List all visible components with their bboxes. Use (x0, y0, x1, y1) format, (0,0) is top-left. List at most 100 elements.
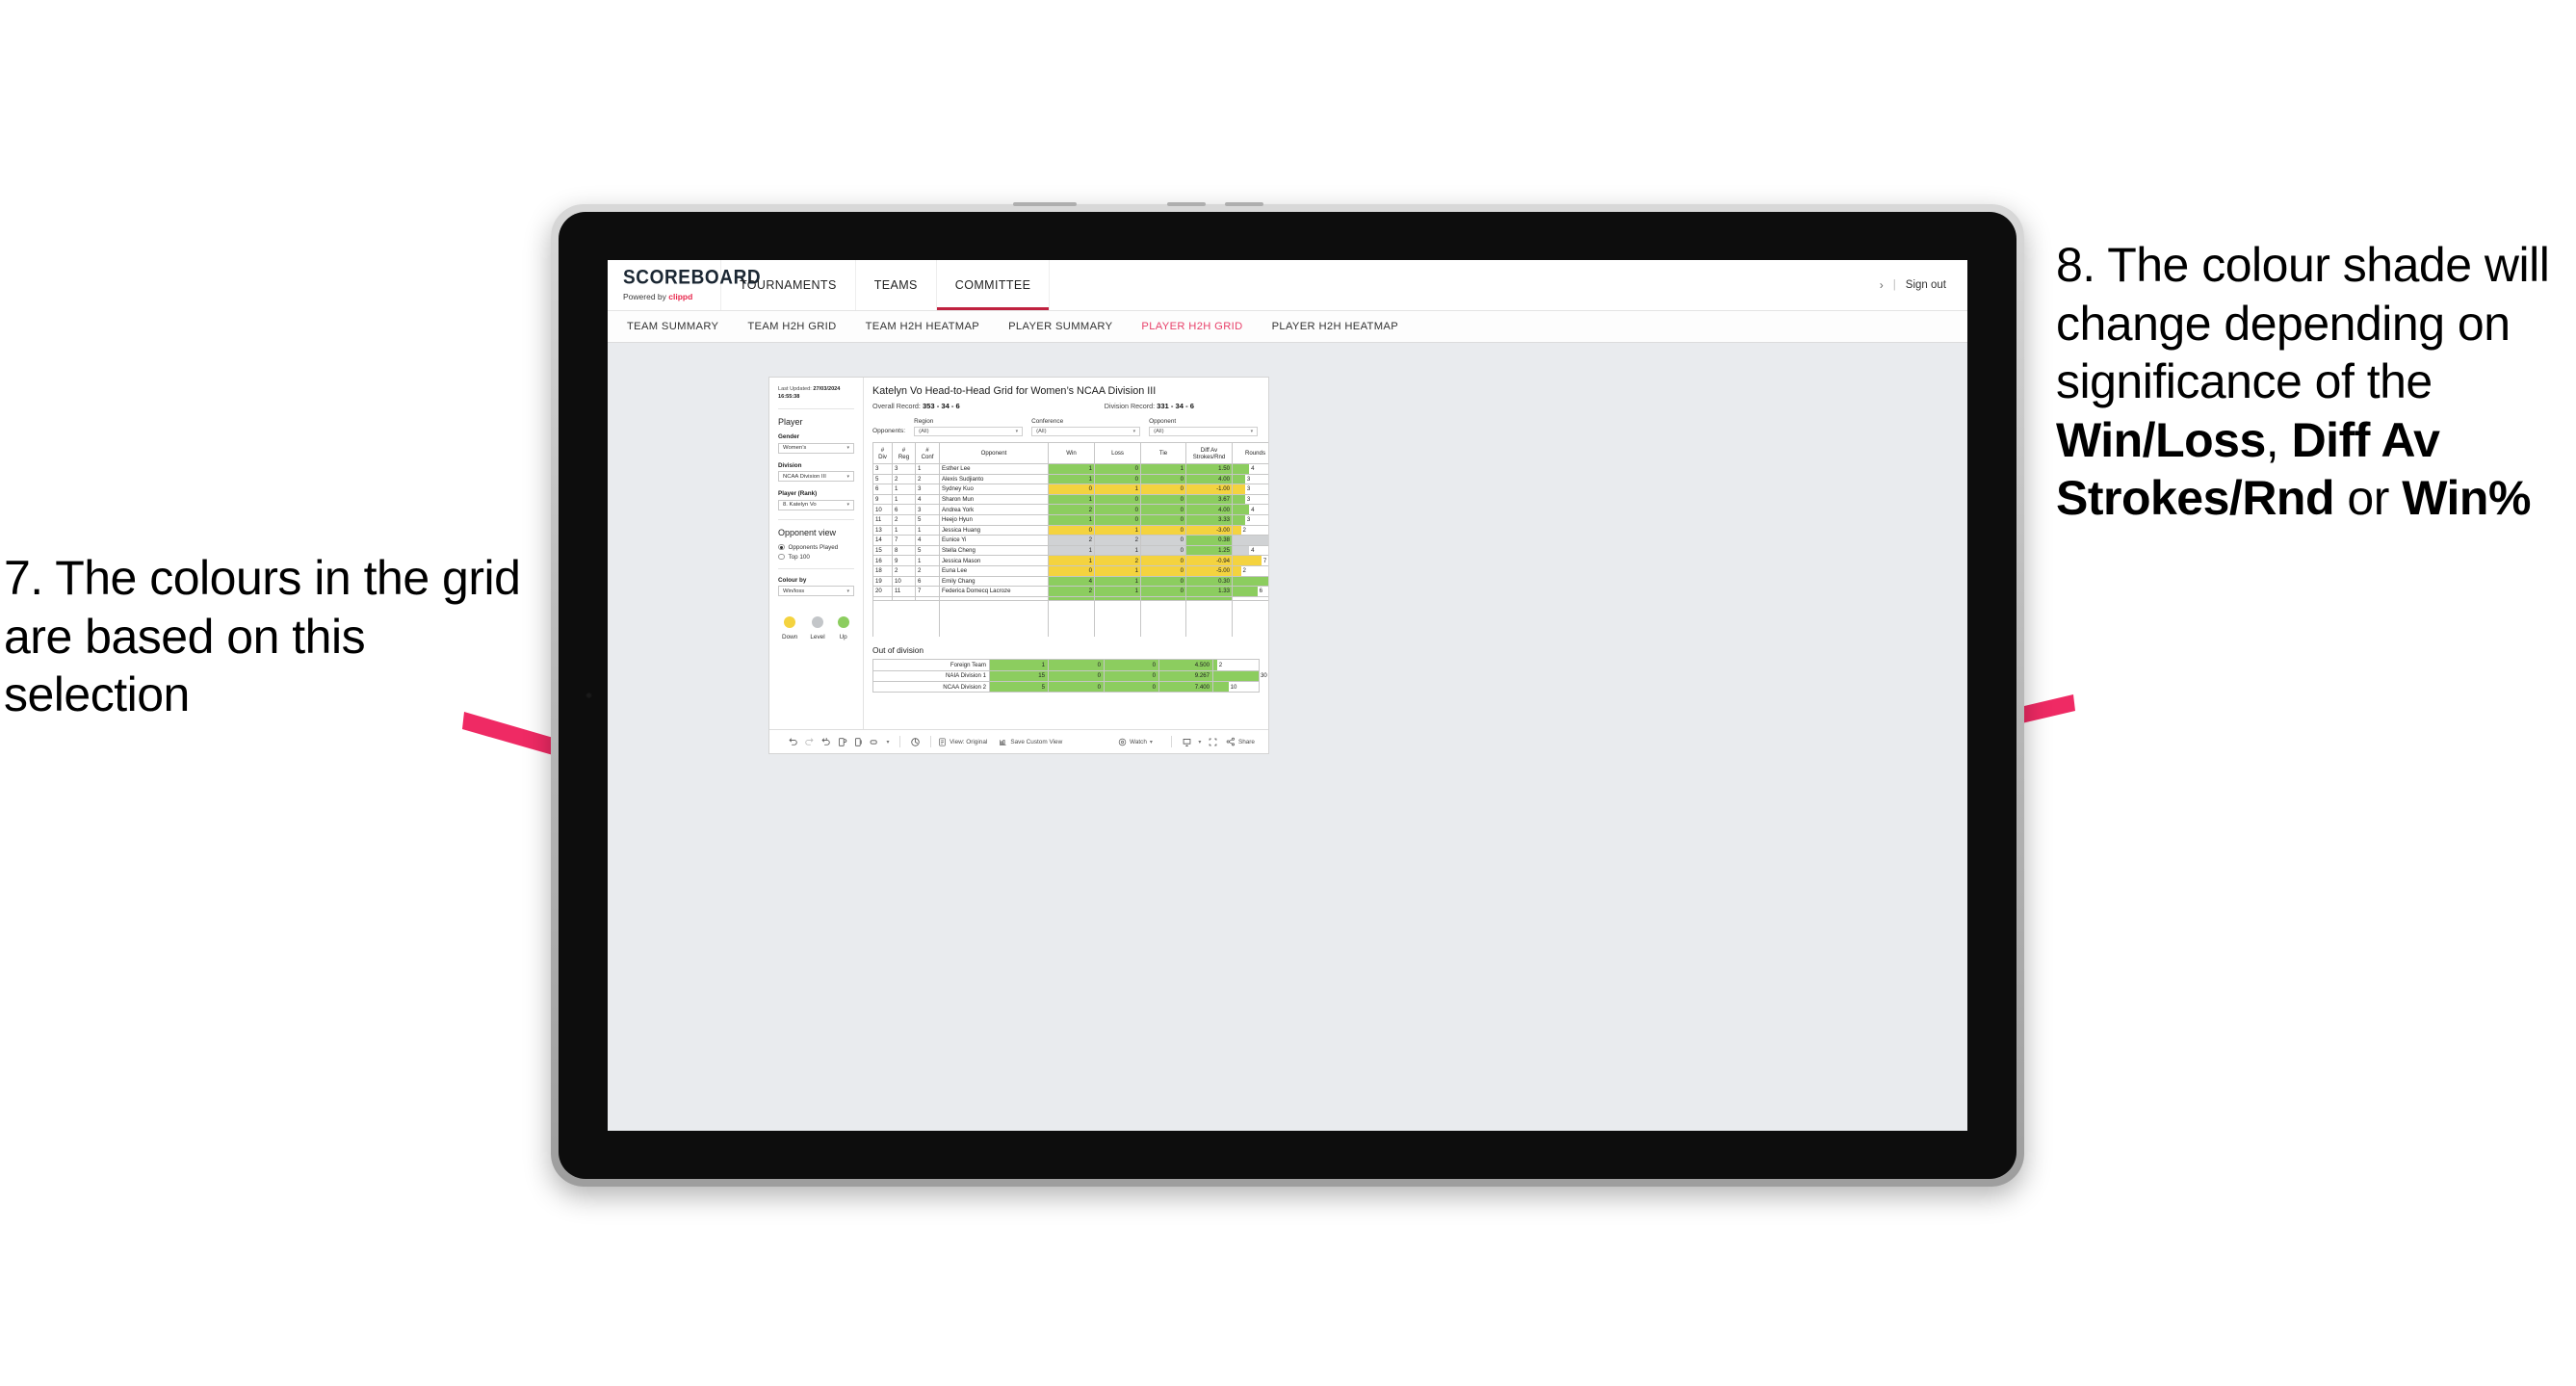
subnav-item-team-h2h-grid[interactable]: TEAM H2H GRID (747, 321, 836, 332)
cell-opponent: Jessica Huang (939, 524, 1049, 536)
save-custom-view-label: Save Custom View (1010, 738, 1063, 745)
record-row: Overall Record: 353 - 34 - 6 Division Re… (872, 402, 1258, 410)
subnav-item-player-summary[interactable]: PLAYER SUMMARY (1008, 321, 1112, 332)
chevron-right-icon[interactable]: › (1880, 278, 1884, 292)
cell-opponent: Euna Lee (939, 564, 1049, 577)
opponent-select[interactable]: (All) ▾ (1149, 426, 1259, 436)
sign-out-link[interactable]: Sign out (1906, 279, 1946, 291)
cell-tie: 0 (1140, 504, 1186, 515)
table-row[interactable]: 9 1 4 Sharon Mun 1 0 0 3.67 3 (872, 493, 1268, 506)
cell-win: 0 (1048, 484, 1095, 495)
cell-tie: 0 (1140, 544, 1186, 557)
cell-diff: 9.267 (1158, 669, 1213, 683)
table-row[interactable]: 16 9 1 Jessica Mason 1 2 0 -0.94 7 (872, 555, 1268, 566)
cell-loss: 2 (1094, 535, 1141, 546)
revert-icon[interactable] (818, 737, 834, 747)
division-record-value: 331 - 34 - 6 (1157, 402, 1194, 410)
chevron-down-icon[interactable]: ▾ (1195, 739, 1205, 745)
out-of-division-row[interactable]: NAIA Division 1 15 0 0 9.267 30 (872, 669, 1267, 683)
last-updated-date: 27/03/2024 (813, 386, 841, 392)
conference-select[interactable]: (All) ▾ (1031, 426, 1141, 436)
table-row[interactable]: 1474Eunice Yi2200.389 (872, 535, 1268, 546)
legend-dot-up (837, 616, 849, 629)
gender-select[interactable]: Women’s ▾ (778, 442, 854, 454)
view-original-button[interactable]: View: Original (938, 738, 987, 746)
header-right-controls: › | Sign out (1880, 260, 1967, 310)
watch-button[interactable]: Watch ▾ (1118, 738, 1153, 746)
col-header-tie[interactable]: Tie (1140, 442, 1186, 464)
table-row[interactable]: 11 2 5 Heejo Hyun 1 0 0 3.33 3 (872, 513, 1268, 526)
col-header-div[interactable]: # Div (872, 442, 893, 464)
fullscreen-icon[interactable] (1205, 737, 1221, 747)
refresh-icon[interactable] (834, 737, 850, 747)
player-rank-select[interactable]: 8. Katelyn Vo ▾ (778, 499, 854, 510)
table-row[interactable]: 5 2 2 Alexis Sudjianto 1 0 0 4.00 3 (872, 473, 1268, 485)
table-row[interactable]: 13 1 1 Jessica Huang 0 1 0 -3.00 2 (872, 524, 1268, 536)
undo-icon[interactable] (785, 737, 801, 747)
redo-icon[interactable] (801, 737, 818, 747)
rounds-value: 3 (1246, 475, 1251, 483)
pause-icon[interactable] (850, 737, 867, 747)
cell-conf: 5 (915, 513, 940, 526)
share-button[interactable]: Share (1226, 737, 1255, 746)
subnav-item-team-h2h-heatmap[interactable]: TEAM H2H HEATMAP (866, 321, 980, 332)
zoom-shape-icon[interactable] (867, 737, 883, 747)
nav-label-tournaments: TOURNAMENTS (740, 278, 837, 292)
filter-opponent-label: Opponent (1149, 418, 1177, 425)
division-label: Division (778, 461, 802, 469)
region-select[interactable]: (All) ▾ (914, 426, 1024, 436)
subnav-item-player-h2h-grid[interactable]: PLAYER H2H GRID (1141, 321, 1242, 332)
cell-win: 4 (1048, 575, 1095, 588)
cell-win: 1 (1048, 555, 1095, 566)
col-header-loss[interactable]: Loss (1094, 442, 1141, 464)
legend-label-down: Down (782, 634, 798, 641)
col-header-reg[interactable]: # Reg (892, 442, 916, 464)
subnav-item-player-h2h-heatmap[interactable]: PLAYER H2H HEATMAP (1272, 321, 1398, 332)
table-row[interactable]: 6 1 3 Sydney Kuo 0 1 0 -1.00 3 (872, 484, 1268, 495)
app-header: SCOREBOARD Powered by clippd TOURNAMENTS… (608, 260, 1967, 311)
cell-loss: 0 (1094, 463, 1141, 475)
col-header-conf[interactable]: # Conf (915, 442, 940, 464)
nav-item-committee[interactable]: COMMITTEE (936, 260, 1051, 310)
division-value: NCAA Division III (783, 473, 826, 480)
table-row[interactable]: 10 6 3 Andrea York 2 0 0 4.00 4 (872, 504, 1268, 515)
nav-item-teams[interactable]: TEAMS (856, 260, 937, 310)
legend-dot-down (784, 616, 796, 629)
cell-loss: 1 (1094, 524, 1141, 536)
radio-opponents-played[interactable]: Opponents Played (778, 544, 854, 551)
chevron-down-icon[interactable]: ▾ (883, 739, 893, 745)
col-header-rounds[interactable]: Rounds (1232, 442, 1268, 464)
radio-top-100[interactable]: Top 100 (778, 554, 854, 561)
rounds-bar (1233, 474, 1245, 484)
download-icon[interactable] (1179, 737, 1195, 747)
col-header-diff-av-strokes-rnd[interactable]: Diff Av Strokes/Rnd (1185, 442, 1233, 464)
subnav-item-team-summary[interactable]: TEAM SUMMARY (627, 321, 718, 332)
table-row[interactable]: 20 11 7 Federica Domecq Lacroze 2 1 0 1.33 6 (872, 586, 1268, 597)
cell-loss: 1 (1094, 564, 1141, 577)
table-row[interactable]: 18 2 2 Euna Lee 0 1 0 -5.00 2 (872, 564, 1268, 577)
brand-logo[interactable]: SCOREBOARD Powered by clippd (608, 260, 761, 310)
last-updated-label: Last Updated: (778, 386, 812, 392)
save-custom-view-button[interactable]: Save Custom View (999, 738, 1062, 746)
table-row[interactable]: 3 3 1 Esther Lee 1 0 1 1.50 4 (872, 463, 1268, 475)
nav-label-teams: TEAMS (873, 278, 918, 292)
cell-empty (1140, 599, 1186, 638)
cell-reg: 8 (892, 544, 916, 557)
brand-tagline-clippd: clippd (668, 292, 693, 301)
table-row[interactable]: 15 8 5 Stella Cheng 1 1 0 1.25 4 (872, 544, 1268, 557)
highlight-icon[interactable] (907, 737, 924, 747)
division-select[interactable]: NCAA Division III ▾ (778, 471, 854, 483)
out-of-division-row[interactable]: NCAA Division 2 5 0 0 7.400 10 (872, 680, 1260, 693)
nav-item-tournaments[interactable]: TOURNAMENTS (721, 260, 856, 310)
cell-opponent: Esther Lee (939, 463, 1049, 475)
cell-opponent: Federica Domecq Lacroze (939, 586, 1049, 597)
col-header-opponent[interactable]: Opponent (939, 442, 1049, 464)
out-of-division-row[interactable]: Foreign Team 1 0 0 4.500 2 (872, 659, 1260, 671)
colour-by-select[interactable]: Win/loss ▾ (778, 586, 854, 597)
cell-loss: 0 (1048, 659, 1105, 671)
col-header-win[interactable]: Win (1048, 442, 1095, 464)
cell-diff: -5.00 (1185, 564, 1233, 577)
h2h-grid-body: 3 3 1 Esther Lee 1 0 1 1.50 4 5 2 2 Alexis Sudjianto… (872, 463, 1268, 638)
cell-reg: 2 (892, 564, 916, 577)
table-row[interactable]: 19106Emily Chang4100.3011 (872, 575, 1268, 588)
